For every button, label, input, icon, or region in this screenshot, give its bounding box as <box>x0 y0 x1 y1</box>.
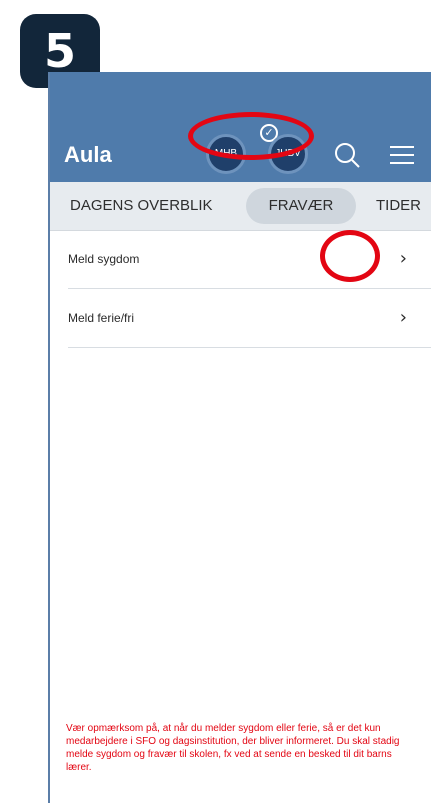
chevron-right-icon: › <box>399 248 407 269</box>
tab-bar: DAGENS OVERBLIK FRAVÆR TIDER <box>50 182 431 231</box>
chevron-right-icon[interactable]: › <box>400 289 407 347</box>
chevron-highlight-oval <box>320 230 380 282</box>
search-icon[interactable] <box>332 140 362 170</box>
tab-dagens-overblik[interactable]: DAGENS OVERBLIK <box>70 182 213 230</box>
phone-screen: Aula MHB ✓ JHBV DAGENS OVERBLIK FRAVÆR T… <box>48 72 431 803</box>
tab-fravaer[interactable]: FRAVÆR <box>246 182 356 230</box>
tab-highlight-oval <box>188 112 314 160</box>
menu-icon[interactable] <box>390 144 414 166</box>
notice-text: Vær opmærksom på, at når du melder sygdo… <box>66 723 400 773</box>
list-item-label: Meld sygdom <box>68 252 140 266</box>
list-item-label: Meld ferie/fri <box>68 311 135 325</box>
tab-tider[interactable]: TIDER <box>376 182 421 230</box>
list-item-meld-ferie-fri[interactable]: Meld ferie/fri › <box>68 289 431 348</box>
app-title: Aula <box>64 142 112 167</box>
